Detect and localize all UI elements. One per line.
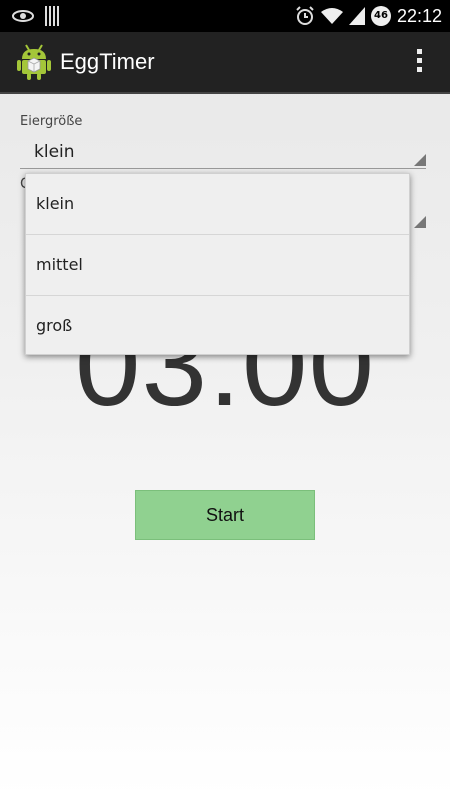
overflow-menu-icon[interactable]	[416, 49, 424, 77]
egg-size-label: Eiergröße	[20, 114, 83, 129]
app-title: EggTimer	[60, 49, 155, 74]
spinner-arrow-icon	[414, 216, 426, 228]
alarm-icon	[296, 6, 314, 25]
signal-icon	[348, 7, 365, 25]
egg-size-spinner[interactable]: klein	[20, 136, 426, 169]
eye-icon	[12, 10, 34, 22]
action-bar: EggTimer	[0, 32, 450, 94]
dropdown-option-klein[interactable]: klein	[26, 174, 409, 235]
egg-size-value: klein	[34, 142, 75, 162]
start-button[interactable]: Start	[135, 490, 315, 540]
clock: 22:12	[396, 5, 442, 26]
android-egg-icon[interactable]	[16, 41, 52, 81]
wifi-icon	[320, 8, 343, 24]
dropdown-option-gross[interactable]: groß	[26, 296, 409, 356]
dropdown-option-mittel[interactable]: mittel	[26, 235, 409, 296]
network-badge: 46	[370, 6, 391, 26]
spinner-arrow-icon	[414, 154, 426, 166]
status-bar: 46 22:12	[0, 0, 450, 32]
egg-size-dropdown: klein mittel groß	[25, 173, 410, 355]
sd-card-icon	[45, 6, 59, 26]
